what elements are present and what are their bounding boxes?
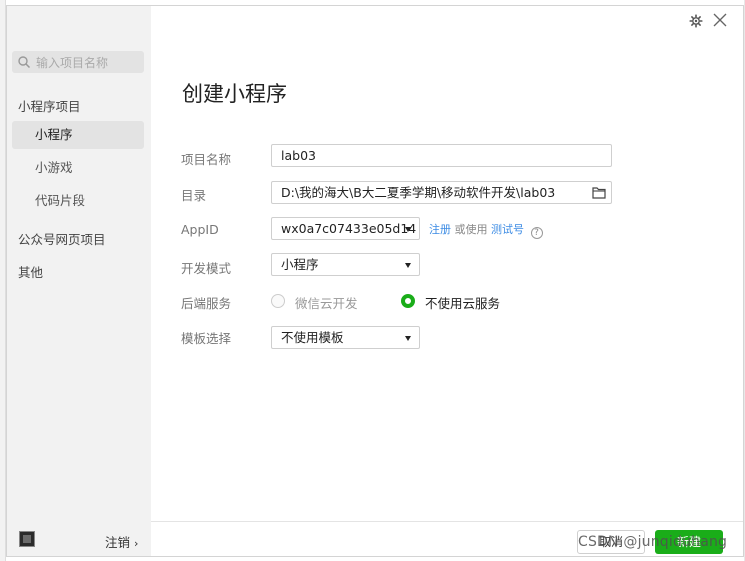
sidebar-group-other[interactable]: 其他 [18, 262, 43, 281]
or-use-text: 或使用 [454, 223, 488, 236]
search-placeholder: 输入项目名称 [36, 56, 109, 70]
caret-down-icon [405, 336, 411, 341]
logout-button[interactable]: 注销 › [105, 532, 138, 551]
create-project-dialog: 输入项目名称 小程序项目 小程序 小游戏 代码片段 公众号网页项目 其他 注销 › [6, 5, 744, 557]
register-link[interactable]: 注册 [429, 223, 451, 236]
appid-links: 注册 或使用 测试号 ? [429, 221, 543, 239]
sidebar-item-minigame[interactable]: 小游戏 [12, 154, 144, 182]
radio-no-cloud[interactable] [401, 294, 415, 308]
project-search-input[interactable]: 输入项目名称 [12, 51, 144, 73]
dev-mode-label: 开发模式 [181, 261, 232, 276]
test-account-link[interactable]: 测试号 [491, 223, 524, 236]
radio-no-cloud-label: 不使用云服务 [425, 296, 501, 311]
sidebar: 输入项目名称 小程序项目 小程序 小游戏 代码片段 公众号网页项目 其他 注销 › [7, 6, 151, 556]
template-select[interactable]: 不使用模板 [271, 326, 420, 349]
project-name-input[interactable]: lab03 [271, 144, 612, 167]
sidebar-group-official-account-web[interactable]: 公众号网页项目 [18, 229, 106, 248]
watermark: CSDN @junqiduhang [578, 534, 728, 550]
gear-icon[interactable] [689, 14, 703, 28]
search-icon [18, 56, 31, 69]
sidebar-item-code-snippet[interactable]: 代码片段 [12, 187, 144, 215]
directory-input[interactable]: D:\我的海大\B大二夏季学期\移动软件开发\lab03 [271, 181, 612, 204]
directory-value: D:\我的海大\B大二夏季学期\移动软件开发\lab03 [281, 185, 556, 200]
avatar[interactable] [19, 531, 35, 547]
folder-icon[interactable] [592, 186, 606, 199]
page-title: 创建小程序 [182, 82, 287, 106]
chevron-right-icon: › [134, 537, 139, 550]
sidebar-item-miniprogram[interactable]: 小程序 [12, 121, 144, 149]
dev-mode-value: 小程序 [281, 257, 319, 272]
dev-mode-select[interactable]: 小程序 [271, 253, 420, 276]
sidebar-group-miniprogram[interactable]: 小程序项目 [18, 96, 81, 115]
help-circle-icon[interactable]: ? [530, 227, 543, 239]
template-value: 不使用模板 [281, 330, 344, 345]
close-icon[interactable] [712, 12, 728, 28]
directory-label: 目录 [181, 188, 207, 203]
appid-select[interactable]: wx0a7c07433e05d14 [271, 217, 420, 240]
appid-value: wx0a7c07433e05d14 [281, 221, 417, 236]
caret-down-icon [405, 263, 411, 268]
radio-cloud-dev-label: 微信云开发 [295, 296, 358, 311]
project-name-label: 项目名称 [181, 152, 232, 167]
caret-down-icon [405, 227, 411, 232]
logout-label: 注销 [105, 535, 131, 550]
radio-cloud-dev[interactable] [271, 294, 285, 308]
appid-label: AppID [181, 222, 219, 237]
backend-label: 后端服务 [181, 296, 232, 311]
template-label: 模板选择 [181, 331, 232, 346]
